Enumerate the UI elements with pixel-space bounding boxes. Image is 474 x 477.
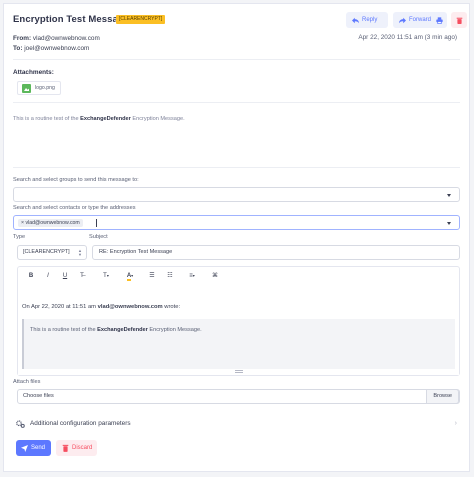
file-input[interactable]: Choose files Browse	[17, 389, 460, 404]
bold-button[interactable]: B	[25, 270, 37, 282]
chevron-down-icon	[447, 222, 451, 225]
reply-icon	[352, 17, 359, 23]
editor-content[interactable]: On Apr 22, 2020 at 11:51 am vlad@ownwebn…	[18, 283, 459, 375]
message-body: This is a routine test of the ExchangeDe…	[13, 116, 185, 122]
underline-button[interactable]: U	[59, 270, 71, 282]
attachment-file[interactable]: logo.png	[17, 81, 61, 95]
font-size-dropdown[interactable]: T▾	[96, 270, 116, 282]
chevron-right-icon: ›	[454, 420, 457, 427]
reply-button[interactable]: Reply	[346, 12, 388, 28]
forward-icon	[399, 17, 406, 23]
discard-label: Discard	[72, 445, 93, 451]
trash-icon	[456, 17, 462, 24]
text-cursor	[96, 219, 97, 227]
numbered-list-button[interactable]: ☷	[164, 270, 176, 282]
trash-icon	[62, 444, 69, 452]
quote-header-sender: vlad@ownwebnow.com	[97, 304, 163, 310]
printer-icon	[435, 16, 443, 24]
message-card: Encryption Test Message [CLEARENCRYPT] R…	[3, 3, 470, 472]
align-dropdown[interactable]: ≡▾	[182, 270, 202, 282]
message-header: Encryption Test Message [CLEARENCRYPT] R…	[13, 12, 467, 28]
to-value: joel@ownwebnow.com	[24, 45, 90, 52]
attachments-title: Attachments:	[13, 69, 54, 76]
print-button[interactable]	[431, 12, 447, 28]
clear-format-button[interactable]: T̶	[76, 270, 88, 282]
reply-label: Reply	[362, 17, 378, 23]
browse-button[interactable]: Browse	[426, 389, 459, 404]
delete-button[interactable]	[451, 12, 467, 28]
blockquote: This is a routine test of the ExchangeDe…	[22, 319, 455, 369]
sort-arrows-icon: ▲ ▼	[78, 248, 82, 257]
attach-files-label: Attach files	[13, 379, 41, 385]
quote-text-bold: ExchangeDefender	[97, 327, 148, 333]
groups-select[interactable]	[13, 187, 460, 202]
quote-text-suffix: Encryption Message.	[147, 327, 202, 333]
rich-text-editor[interactable]: B I U T̶ T▾ A▾ ☰ ☷ ≡▾ ⌘ On Apr 22, 2020 …	[17, 266, 460, 376]
body-text-prefix: This is a routine test of the	[13, 116, 81, 122]
from-line: From: vlad@ownwebnow.com	[13, 34, 100, 44]
forward-label: Forward	[409, 17, 432, 23]
divider	[13, 59, 460, 60]
quote-text: This is a routine test of the ExchangeDe…	[30, 327, 202, 333]
type-select[interactable]: [CLEARENCRYPT] ▲ ▼	[17, 245, 87, 260]
image-file-icon	[22, 84, 31, 93]
quote-text-prefix: This is a routine test of the	[30, 327, 98, 333]
contacts-select[interactable]: × vlad@ownwebnow.com	[13, 215, 460, 230]
link-button[interactable]: ⌘	[208, 270, 222, 282]
chevron-down-icon: ▾	[131, 273, 134, 278]
type-value: [CLEARENCRYPT]	[23, 249, 70, 255]
groups-label: Search and select groups to send this me…	[13, 177, 139, 183]
message-subject: Encryption Test Message	[13, 14, 130, 25]
message-meta: From: vlad@ownwebnow.com To: joel@ownweb…	[13, 34, 100, 54]
chevron-down-icon	[447, 194, 451, 197]
subject-input[interactable]: RE: Encryption Test Message	[92, 245, 460, 260]
divider	[13, 102, 460, 103]
quote-header: On Apr 22, 2020 at 11:51 am vlad@ownwebn…	[22, 304, 180, 310]
file-input-placeholder: Choose files	[23, 393, 54, 399]
type-label: Type	[13, 234, 26, 240]
discard-button[interactable]: Discard	[56, 440, 97, 456]
additional-config-toggle[interactable]: Additional configuration parameters	[16, 419, 131, 429]
contact-tag[interactable]: × vlad@ownwebnow.com	[18, 219, 83, 227]
quote-header-prefix: On Apr 22, 2020 at 11:51 am	[22, 304, 98, 310]
contacts-label: Search and select contacts or type the a…	[13, 205, 136, 211]
send-button[interactable]: Send	[16, 440, 51, 456]
from-label: From:	[13, 35, 32, 42]
chevron-down-icon: ▾	[106, 273, 109, 278]
quote-header-suffix: wrote:	[162, 304, 181, 310]
to-line: To: joel@ownwebnow.com	[13, 44, 100, 54]
send-label: Send	[31, 445, 46, 451]
text-color-dropdown[interactable]: A▾	[120, 270, 140, 282]
bullet-list-button[interactable]: ☰	[146, 270, 158, 282]
body-text-suffix: Encryption Message.	[130, 116, 185, 122]
message-date: Apr 22, 2020 11:51 am (3 min ago)	[358, 34, 457, 41]
divider	[13, 167, 460, 168]
from-value: vlad@ownwebnow.com	[32, 35, 100, 42]
send-icon	[21, 444, 28, 452]
editor-resize-handle[interactable]	[235, 370, 243, 373]
italic-button[interactable]: I	[42, 270, 54, 282]
subject-label: Subject	[89, 234, 108, 240]
additional-config-label: Additional configuration parameters	[30, 420, 131, 427]
body-text-bold: ExchangeDefender	[80, 116, 131, 122]
attachment-filename: logo.png	[35, 85, 55, 91]
encryption-badge: [CLEARENCRYPT]	[116, 15, 166, 24]
to-label: To:	[13, 45, 23, 52]
gears-icon	[16, 420, 25, 428]
chevron-down-icon: ▾	[192, 273, 195, 278]
